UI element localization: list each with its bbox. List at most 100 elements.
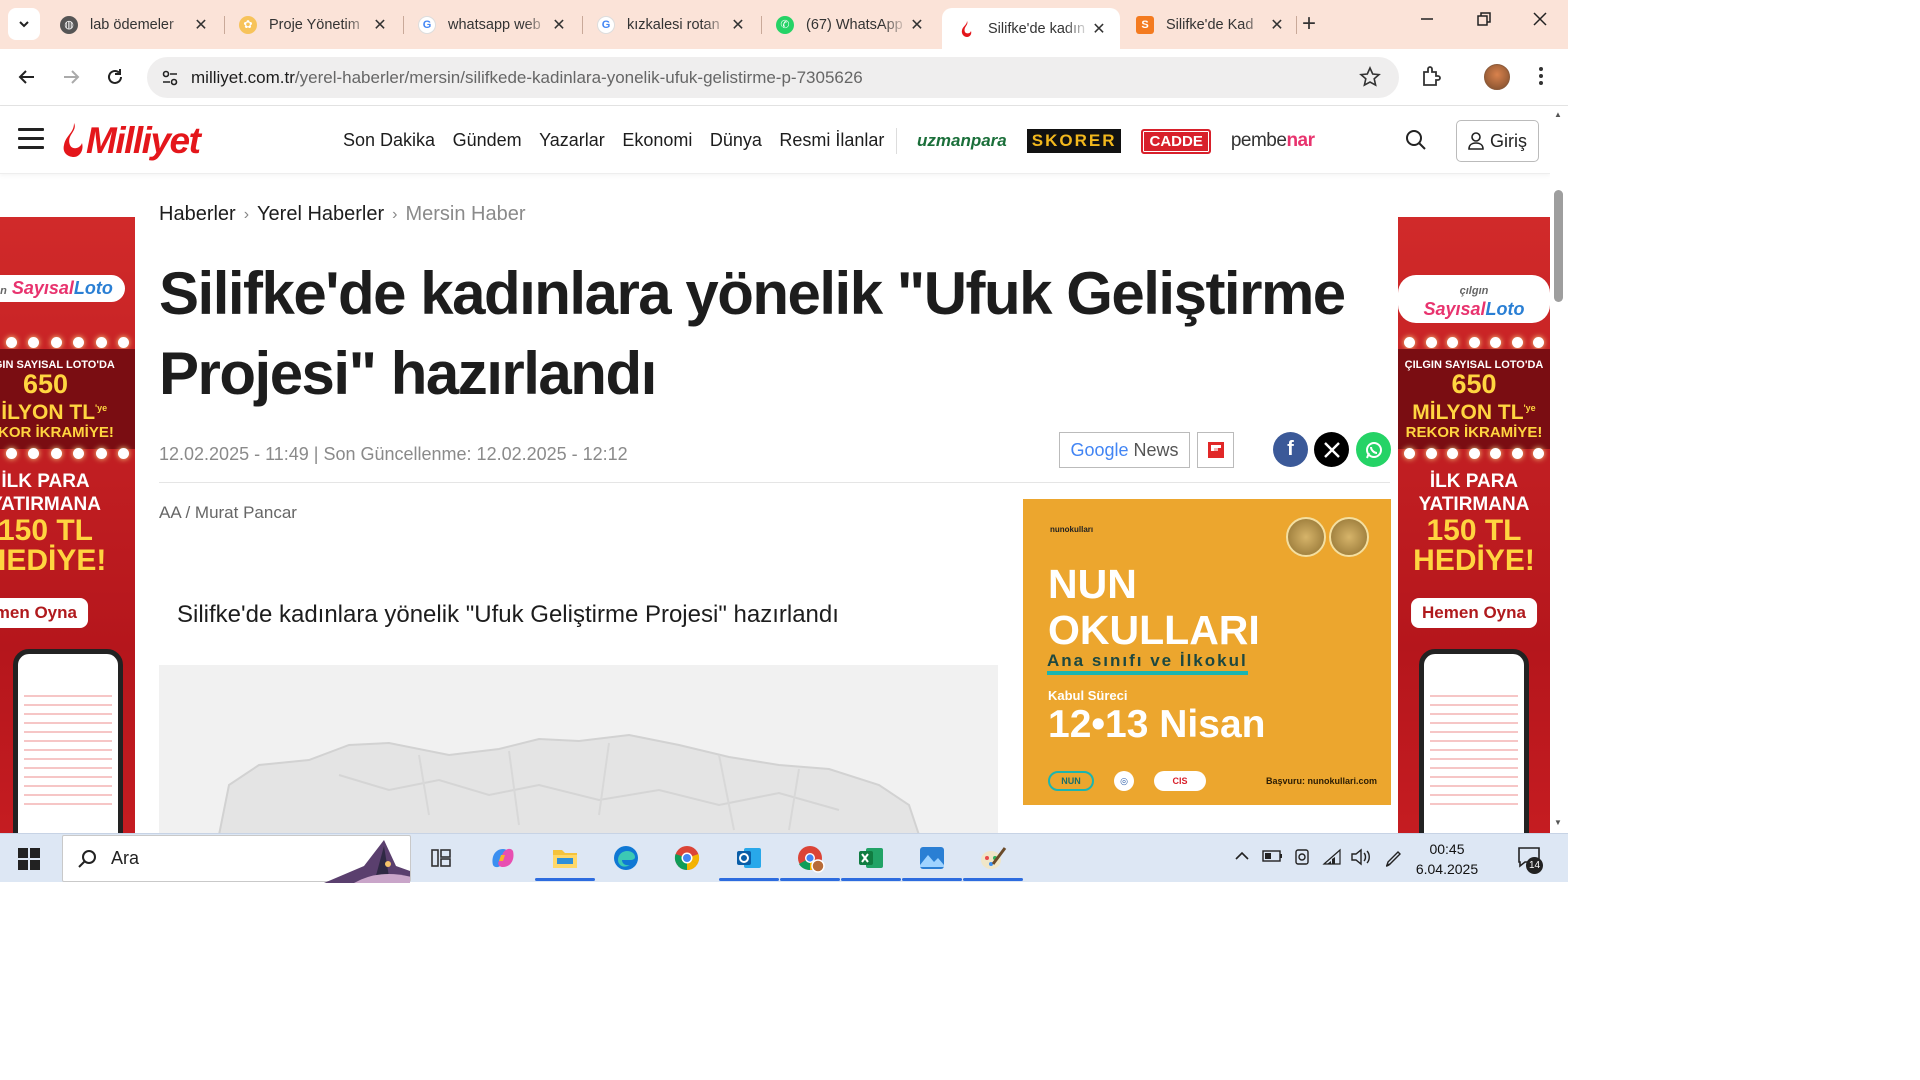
right-side-ad[interactable]: çılgın SayısalLoto ÇILGIN SAYISAL LOTO'D… — [1398, 217, 1550, 833]
system-clock[interactable]: 00:45 6.04.2025 — [1412, 839, 1482, 879]
search-icon[interactable] — [1404, 128, 1428, 157]
milliyet-logo[interactable]: Milliyet — [62, 120, 201, 162]
flipboard-button[interactable] — [1197, 432, 1234, 468]
close-tab-icon[interactable]: ✕ — [550, 15, 568, 35]
browser-tab[interactable]: G kızkalesi rotan ✕ — [581, 8, 759, 41]
back-arrow-icon[interactable] — [13, 63, 41, 91]
photos-icon[interactable] — [902, 842, 962, 881]
whatsapp-share-button[interactable] — [1356, 432, 1391, 467]
left-side-ad[interactable]: çılgın SayısalLoto ÇILGIN SAYISAL LOTO'D… — [0, 217, 135, 833]
profile-avatar[interactable] — [1484, 64, 1510, 90]
url-path: /yerel-haberler/mersin/silifkede-kadinla… — [294, 67, 863, 87]
scroll-down-arrow-icon[interactable]: ▼ — [1554, 818, 1562, 827]
pen-icon[interactable] — [1384, 848, 1404, 871]
close-tab-icon[interactable]: ✕ — [1090, 19, 1108, 39]
nav-item[interactable]: Yazarlar — [539, 130, 605, 151]
chrome-profile-icon[interactable] — [780, 842, 840, 881]
page-scrollbar[interactable]: ▲ ▼ — [1550, 106, 1568, 833]
brand-divider — [896, 128, 897, 154]
device-icon[interactable] — [1293, 848, 1311, 869]
ad-text: 150 TL — [1426, 514, 1522, 547]
restore-icon[interactable] — [1476, 11, 1492, 32]
scroll-up-arrow-icon[interactable]: ▲ — [1554, 110, 1562, 119]
milliyet-flame-icon — [958, 20, 976, 38]
sayisal-loto-logo: çılgın SayısalLoto — [0, 275, 135, 302]
hamburger-menu-icon[interactable] — [18, 128, 44, 155]
google-icon: G — [597, 15, 615, 34]
new-tab-plus-icon[interactable]: + — [1302, 10, 1316, 38]
s-letter-icon: S — [1136, 15, 1154, 34]
forward-arrow-icon[interactable] — [57, 63, 85, 91]
close-tab-icon[interactable]: ✕ — [1268, 15, 1286, 35]
minimize-icon[interactable] — [1419, 11, 1435, 32]
tab-title: lab ödemeler — [90, 16, 174, 33]
nav-item[interactable]: Son Dakika — [343, 130, 435, 151]
tray-overflow-chevron-icon[interactable] — [1234, 848, 1250, 867]
scrollbar-thumb[interactable] — [1554, 190, 1563, 302]
tab-search-button[interactable] — [8, 8, 40, 40]
edge-browser-icon[interactable] — [610, 842, 642, 874]
nav-item[interactable]: Ekonomi — [622, 130, 692, 151]
taskbar-search-box[interactable]: Ara — [62, 835, 411, 883]
chrome-icon[interactable] — [671, 842, 703, 874]
battery-icon[interactable] — [1262, 848, 1284, 867]
nav-item[interactable]: Resmi İlanlar — [779, 130, 884, 151]
notification-count-badge: 14 — [1526, 857, 1543, 874]
address-bar[interactable]: milliyet.com.tr/yerel-haberler/mersin/si… — [147, 57, 1399, 98]
task-view-icon[interactable] — [425, 842, 457, 874]
hemen-oyna-button[interactable]: Hemen Oyna — [1411, 598, 1537, 628]
ad-text: YATIRMANA — [0, 494, 101, 515]
flame-logo-icon — [63, 123, 83, 157]
breadcrumb-item[interactable]: Yerel Haberler — [257, 203, 384, 226]
browser-tab[interactable]: ◍ lab ödemeler ✕ — [44, 8, 222, 41]
ad-text: 150 TL — [0, 514, 94, 547]
browser-tab[interactable]: ✆ (67) WhatsApp ✕ — [760, 8, 938, 41]
ad-text: MİLYON TL — [1412, 401, 1524, 424]
breadcrumb-item[interactable]: Mersin Haber — [405, 203, 525, 226]
google-news-button[interactable]: Google News — [1059, 432, 1190, 468]
close-tab-icon[interactable]: ✕ — [371, 15, 389, 35]
outlook-icon[interactable] — [719, 842, 779, 881]
browser-tab[interactable]: S Silifke'de Kad ✕ — [1120, 8, 1298, 41]
nun-okullari-ad[interactable]: nunokulları NUN OKULLARI Ana sınıfı ve İ… — [1023, 499, 1391, 805]
google-word: Google — [1070, 439, 1129, 460]
volume-icon[interactable] — [1350, 848, 1372, 869]
nav-item[interactable]: Dünya — [710, 130, 762, 151]
breadcrumb-item[interactable]: Haberler — [159, 203, 236, 226]
ad-text: 650 — [22, 369, 69, 399]
nav-item[interactable]: Gündem — [453, 130, 522, 151]
notification-center-icon[interactable]: 14 — [1517, 846, 1543, 874]
cadde-link[interactable]: CADDE — [1141, 128, 1211, 154]
pembenar-link[interactable]: pembenar — [1231, 130, 1315, 152]
excel-icon[interactable] — [841, 842, 901, 881]
main-nav: Son Dakika Gündem Yazarlar Ekonomi Dünya… — [343, 130, 902, 151]
file-explorer-icon[interactable] — [535, 842, 595, 881]
login-label: Giriş — [1490, 130, 1527, 151]
tab-title: whatsapp web — [448, 16, 541, 33]
skorer-link[interactable]: SKORER — [1026, 129, 1122, 153]
bookmark-star-icon[interactable] — [1359, 66, 1381, 93]
more-menu-icon[interactable] — [1534, 64, 1548, 93]
wifi-icon[interactable] — [1322, 848, 1342, 869]
close-window-icon[interactable] — [1532, 11, 1548, 32]
paint-icon[interactable] — [963, 842, 1023, 881]
reload-icon[interactable] — [101, 63, 129, 91]
ad-text: HEDİYE! — [0, 544, 107, 577]
extensions-puzzle-icon[interactable] — [1420, 64, 1444, 93]
close-tab-icon[interactable]: ✕ — [908, 15, 926, 35]
login-button[interactable]: Giriş — [1456, 120, 1539, 162]
site-info-icon[interactable] — [157, 65, 183, 91]
pembenar-part-a: pembe — [1230, 130, 1287, 151]
browser-tab[interactable]: ✿ Proje Yönetim ✕ — [223, 8, 401, 41]
browser-tab[interactable]: G whatsapp web ✕ — [402, 8, 580, 41]
browser-tab-active[interactable]: Silifke'de kadın ✕ — [942, 8, 1120, 49]
uzmanpara-link[interactable]: uzmanpara — [917, 131, 1007, 151]
close-tab-icon[interactable]: ✕ — [192, 15, 210, 35]
windows-start-icon[interactable] — [18, 848, 40, 875]
close-tab-icon[interactable]: ✕ — [729, 15, 747, 35]
hemen-oyna-button[interactable]: Hemen Oyna — [0, 598, 88, 628]
url-text: milliyet.com.tr/yerel-haberler/mersin/si… — [191, 68, 863, 88]
facebook-share-button[interactable]: f — [1273, 432, 1308, 467]
x-share-button[interactable] — [1314, 432, 1349, 467]
copilot-icon[interactable] — [487, 842, 519, 874]
